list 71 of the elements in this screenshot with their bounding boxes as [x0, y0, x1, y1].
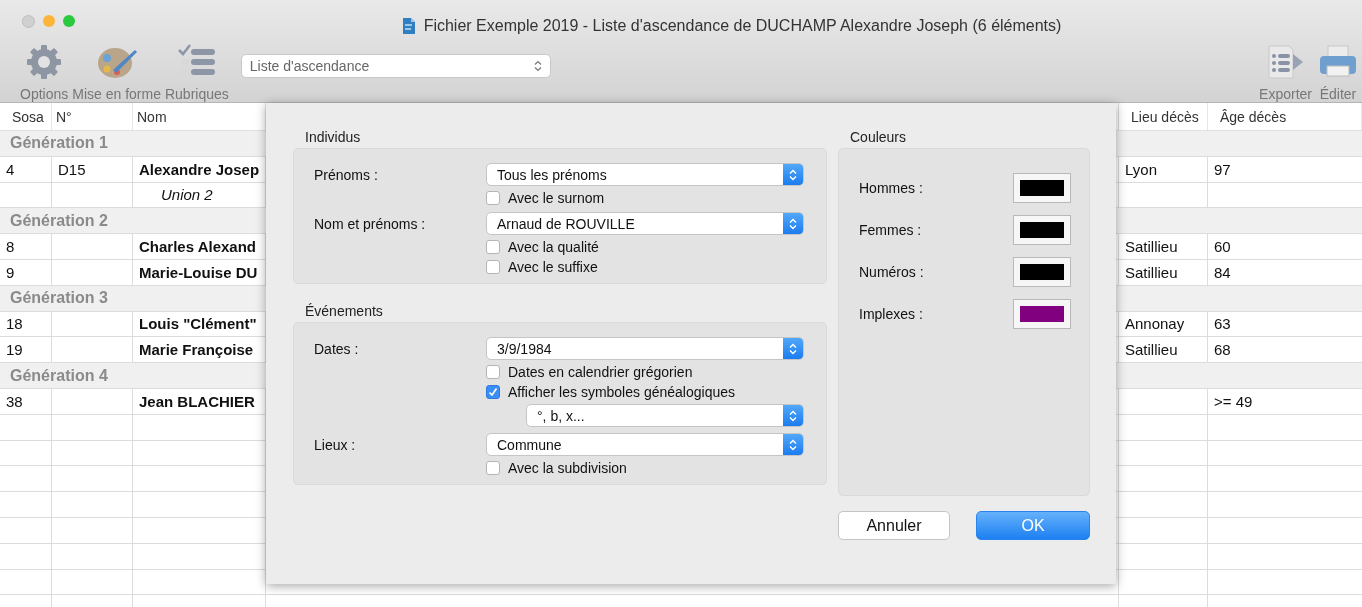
- field-label: Lieux :: [314, 436, 357, 453]
- checkbox[interactable]: [486, 365, 500, 379]
- checkbox-option[interactable]: Avec la qualité: [486, 239, 599, 255]
- window-title: Fichier Exemple 2019 - Liste d'ascendance de DUCHAMP Alexandre Joseph (6 éléments): [423, 17, 1062, 35]
- checkbox-option[interactable]: Avec le suffixe: [486, 259, 598, 275]
- view-select[interactable]: Liste d'ascendance: [240, 54, 551, 78]
- checkbox[interactable]: [486, 385, 500, 399]
- table-cell-text: 84: [1213, 262, 1232, 283]
- popup-select[interactable]: Tous les prénoms: [486, 163, 804, 186]
- column-header[interactable]: Sosa: [0, 103, 52, 130]
- table-cell-text: 60: [1213, 237, 1232, 258]
- checkbox[interactable]: [486, 240, 500, 254]
- field-label: Femmes :: [859, 222, 922, 238]
- checkbox-option[interactable]: Avec le surnom: [486, 190, 605, 206]
- chevron-updown-icon: [783, 213, 803, 234]
- cancel-button[interactable]: Annuler: [838, 511, 950, 540]
- table-cell: Satillieu: [1119, 260, 1208, 285]
- table-cell: 19: [0, 337, 52, 363]
- checkbox[interactable]: [486, 191, 500, 205]
- table-cell: D15: [52, 156, 133, 182]
- generation-header: Génération 3: [10, 289, 108, 308]
- checkbox-option[interactable]: Dates en calendrier grégorien: [486, 364, 693, 380]
- popup-select[interactable]: Arnaud de ROUVILLE: [486, 212, 804, 235]
- checkbox[interactable]: [486, 461, 500, 475]
- minimize-window-button[interactable]: [43, 14, 55, 27]
- field-label: Implexes :: [859, 306, 923, 322]
- popup-select[interactable]: 3/9/1984: [486, 337, 804, 360]
- table-cell: 4: [0, 156, 52, 182]
- column-header[interactable]: N°: [52, 103, 133, 130]
- chevron-updown-icon: [783, 338, 803, 359]
- table-cell: Annonay: [1119, 311, 1208, 337]
- table-cell: 38: [0, 388, 52, 414]
- table-cell: Satillieu: [1119, 234, 1208, 259]
- column-header[interactable]: Lieu décès: [1119, 103, 1208, 130]
- popup-select[interactable]: Commune: [486, 433, 804, 456]
- chevron-updown-icon: [533, 60, 542, 72]
- table-cell-text: 68: [1213, 340, 1232, 361]
- chevron-updown-icon: [783, 164, 803, 185]
- table-cell: 8: [0, 234, 52, 259]
- field-label: Nom et prénoms :: [314, 215, 427, 232]
- table-cell-text: 97: [1213, 159, 1232, 180]
- popup-select[interactable]: °, b, x...: [526, 404, 804, 427]
- field-label: Numéros :: [859, 264, 924, 280]
- generation-header: Génération 2: [10, 211, 108, 230]
- color-well[interactable]: [1013, 173, 1071, 203]
- generation-header: Génération 4: [10, 366, 108, 385]
- table-cell: Satillieu: [1119, 337, 1208, 363]
- table-cell: 9: [0, 260, 52, 285]
- document-icon: [401, 17, 416, 35]
- table-cell: 18: [0, 311, 52, 337]
- chevron-updown-icon: [783, 434, 803, 455]
- checkbox[interactable]: [486, 260, 500, 274]
- field-label: Prénoms :: [314, 166, 379, 183]
- section-title: Événements: [304, 303, 383, 319]
- table-cell-text: >= 49: [1213, 391, 1254, 412]
- column-header[interactable]: Âge décès: [1208, 103, 1362, 130]
- table-cell: Lyon: [1119, 156, 1208, 182]
- color-well[interactable]: [1013, 215, 1071, 245]
- table-cell-text: 63: [1213, 314, 1232, 335]
- section-title: Individus: [304, 129, 361, 145]
- color-well[interactable]: [1013, 299, 1071, 329]
- close-window-button[interactable]: [22, 14, 35, 28]
- section-title: Couleurs: [849, 129, 907, 145]
- field-label: Hommes :: [859, 180, 923, 196]
- generation-header: Génération 1: [10, 134, 108, 153]
- checkbox-option[interactable]: Avec la subdivision: [486, 460, 627, 476]
- zoom-window-button[interactable]: [63, 14, 75, 27]
- checkbox-option[interactable]: Afficher les symboles généalogiques: [486, 384, 735, 400]
- chevron-updown-icon: [783, 405, 803, 426]
- color-well[interactable]: [1013, 257, 1071, 287]
- field-label: Dates :: [314, 340, 360, 357]
